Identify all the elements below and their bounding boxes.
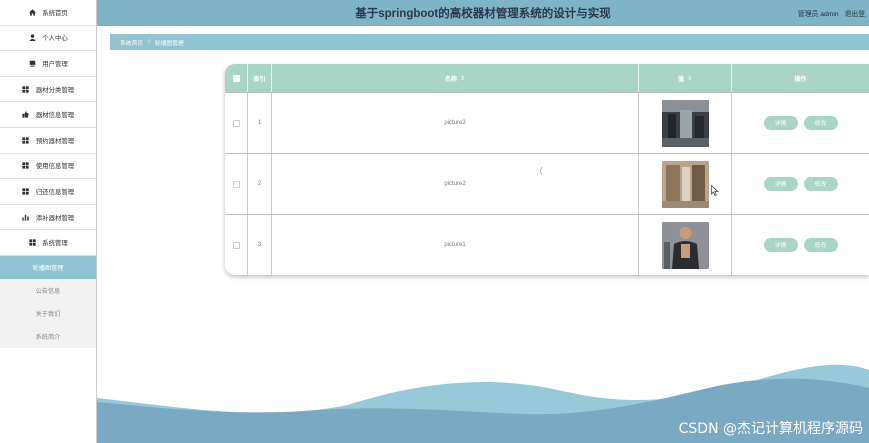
sidebar-item-label: 使用信息管理 bbox=[35, 163, 75, 171]
table-header: 索引 名称 ⇕ 值 ⇕ 操作 bbox=[225, 64, 869, 92]
sidebar-item-label: 添补器材管理 bbox=[35, 214, 75, 222]
submenu-item-notice[interactable]: 公告信息 bbox=[0, 278, 96, 302]
grid-icon bbox=[22, 187, 30, 195]
edit-button[interactable]: 修改 bbox=[803, 177, 838, 191]
loading-spinner-icon bbox=[540, 165, 552, 177]
sidebar-item-home[interactable]: 系统首页 bbox=[0, 0, 96, 26]
row-name: picture1 bbox=[272, 215, 639, 275]
user-icon bbox=[28, 34, 36, 42]
grid-icon bbox=[22, 136, 30, 144]
table-row: 3 picture1 详情 修改 bbox=[225, 214, 869, 275]
sidebar-item-label: 系统首页 bbox=[42, 9, 68, 17]
row-thumbnail bbox=[661, 99, 709, 147]
sidebar-item-label: 系统管理 bbox=[42, 240, 68, 248]
detail-button[interactable]: 详情 bbox=[763, 238, 798, 252]
select-all-checkbox[interactable] bbox=[232, 74, 240, 82]
logout-link[interactable]: 退出登 bbox=[845, 11, 865, 18]
sidebar-item-usage[interactable]: 使用信息管理 bbox=[0, 154, 96, 180]
sidebar-item-return[interactable]: 归还信息管理 bbox=[0, 179, 96, 205]
folder-icon bbox=[28, 59, 36, 67]
sidebar-item-replenish[interactable]: 添补器材管理 bbox=[0, 205, 96, 231]
detail-button[interactable]: 详情 bbox=[763, 116, 798, 130]
row-index: 2 bbox=[248, 154, 272, 214]
sidebar-item-label: 个人中心 bbox=[42, 35, 68, 43]
username-label: 管理员 admin bbox=[797, 11, 839, 18]
row-index: 3 bbox=[248, 215, 272, 275]
sort-icon: ⇕ bbox=[459, 75, 466, 82]
sidebar-item-profile[interactable]: 个人中心 bbox=[0, 26, 96, 52]
sidebar-item-system[interactable]: 系统管理 bbox=[0, 230, 96, 256]
row-checkbox[interactable] bbox=[232, 241, 240, 249]
detail-button[interactable]: 详情 bbox=[763, 177, 798, 191]
select-all-cell bbox=[225, 64, 248, 92]
submenu-item-about[interactable]: 关于我们 bbox=[0, 301, 96, 325]
grid-icon bbox=[22, 85, 30, 93]
row-checkbox[interactable] bbox=[232, 119, 240, 127]
breadcrumb-current: 轮播图管理 bbox=[154, 40, 184, 47]
sidebar-item-reservation[interactable]: 预约器材管理 bbox=[0, 128, 96, 154]
sidebar-item-label: 器材信息管理 bbox=[35, 112, 75, 120]
table-row: 1 picture3 详情 修改 bbox=[225, 92, 869, 153]
table-row: 2 picture2 详情 修改 bbox=[225, 153, 869, 214]
column-header-name[interactable]: 名称 ⇕ bbox=[272, 64, 639, 92]
sidebar-item-label: 预约器材管理 bbox=[35, 137, 75, 145]
sidebar-item-users[interactable]: 用户管理 bbox=[0, 51, 96, 77]
row-name: picture2 bbox=[272, 154, 639, 214]
thumb-icon bbox=[22, 111, 30, 119]
edit-button[interactable]: 修改 bbox=[803, 116, 838, 130]
submenu-item-carousel[interactable]: 轮播图管理 bbox=[0, 255, 96, 279]
row-name: picture3 bbox=[272, 93, 639, 153]
sidebar-item-label: 器材分类管理 bbox=[35, 86, 75, 94]
grid-icon bbox=[22, 162, 30, 170]
breadcrumb: 系统首页 / 轮播图管理 bbox=[110, 34, 869, 50]
watermark: CSDN @杰记计算机程序源码 bbox=[678, 421, 863, 437]
home-icon bbox=[28, 8, 36, 16]
page-title: 基于springboot的高校器材管理系统的设计与实现 bbox=[355, 8, 611, 20]
column-header-index: 索引 bbox=[248, 64, 272, 92]
grid-icon bbox=[28, 239, 36, 247]
breadcrumb-home[interactable]: 系统首页 bbox=[120, 38, 143, 47]
mouse-cursor-icon bbox=[711, 185, 719, 196]
row-thumbnail bbox=[661, 221, 709, 269]
column-header-value[interactable]: 值 ⇕ bbox=[639, 64, 732, 92]
sidebar: 系统首页 个人中心 用户管理 器材分类管理 器材信息管理 预约器材管理 使用信息… bbox=[0, 0, 97, 443]
edit-button[interactable]: 修改 bbox=[803, 238, 838, 252]
user-area: 管理员 admin 退出登 bbox=[794, 8, 865, 18]
sidebar-item-label: 归还信息管理 bbox=[35, 188, 75, 196]
row-checkbox[interactable] bbox=[232, 180, 240, 188]
bar-chart-icon bbox=[22, 213, 30, 221]
top-header: 基于springboot的高校器材管理系统的设计与实现 管理员 admin 退出… bbox=[97, 0, 869, 26]
sidebar-item-label: 用户管理 bbox=[42, 60, 68, 68]
sidebar-item-equipment[interactable]: 器材信息管理 bbox=[0, 102, 96, 128]
row-index: 1 bbox=[248, 93, 272, 153]
breadcrumb-separator: / bbox=[148, 39, 150, 45]
column-header-actions: 操作 bbox=[794, 76, 807, 83]
sidebar-item-category[interactable]: 器材分类管理 bbox=[0, 77, 96, 103]
submenu-item-intro[interactable]: 系统简介 bbox=[0, 324, 96, 348]
sort-icon: ⇕ bbox=[686, 75, 693, 82]
row-thumbnail bbox=[661, 160, 709, 208]
